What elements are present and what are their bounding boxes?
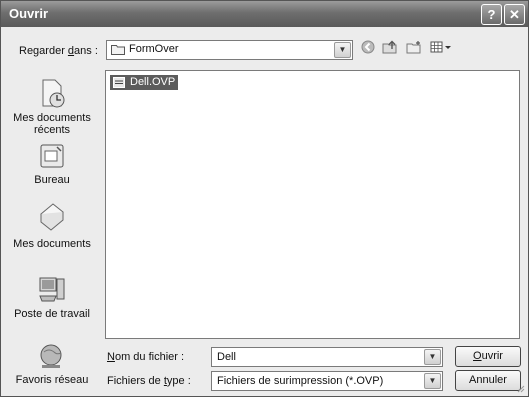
dialog-title: Ouvrir [9,6,49,21]
filetype-label: Fichiers de type : [107,375,191,387]
file-icon [113,77,125,88]
chevron-down-icon[interactable]: ▼ [424,373,441,389]
place-label: Mes documents [13,238,91,250]
place-network-places[interactable]: Favoris réseau [7,342,97,386]
filename-field[interactable]: Dell ▼ [211,347,443,367]
close-button[interactable]: ✕ [504,4,525,25]
place-label: Favoris réseau [15,374,89,386]
views-menu-icon[interactable] [429,40,453,58]
help-button[interactable]: ? [481,4,502,25]
network-places-icon [40,344,62,368]
filename-label: Nom du fichier : [107,351,185,363]
desktop-icon [40,144,64,168]
file-item[interactable]: Dell.OVP [110,75,179,90]
open-dialog: Ouvrir ? ✕ Regarder dans : FormOver ▼ Me… [0,0,529,397]
place-label: Poste de travail [14,308,90,320]
folder-icon [111,45,125,55]
filename-value: Dell [217,351,236,363]
file-name: Dell.OVP [130,76,176,88]
place-label: Mes documents récents [13,112,91,136]
place-my-computer[interactable]: Poste de travail [7,274,97,320]
filetype-select[interactable]: Fichiers de surimpression (*.OVP) ▼ [211,371,443,391]
resize-grip-icon[interactable] [515,383,525,393]
look-in-combo[interactable]: FormOver ▼ [106,40,353,60]
cancel-button[interactable]: Annuler [455,370,521,391]
place-label: Bureau [34,174,70,186]
place-my-documents[interactable]: Mes documents [7,196,97,250]
my-documents-icon [40,203,64,231]
up-folder-icon[interactable] [381,40,399,58]
look-in-value: FormOver [129,43,179,55]
my-computer-icon [39,277,65,302]
open-button[interactable]: Ouvrir [455,346,521,367]
place-recent-documents[interactable]: Mes documents récents [7,78,97,136]
look-in-label: Regarder dans : [19,45,98,57]
file-list[interactable]: Dell.OVP [105,70,520,339]
back-icon[interactable] [359,40,377,58]
place-desktop[interactable]: Bureau [7,142,97,186]
recent-documents-icon [42,79,65,108]
chevron-down-icon[interactable]: ▼ [424,349,441,365]
title-bar[interactable]: Ouvrir ? ✕ [1,1,528,27]
chevron-down-icon[interactable]: ▼ [334,42,351,58]
filetype-value: Fichiers de surimpression (*.OVP) [217,375,384,387]
places-bar: Mes documents récents Bureau Mes documen… [7,70,97,390]
new-folder-icon[interactable] [405,40,423,58]
